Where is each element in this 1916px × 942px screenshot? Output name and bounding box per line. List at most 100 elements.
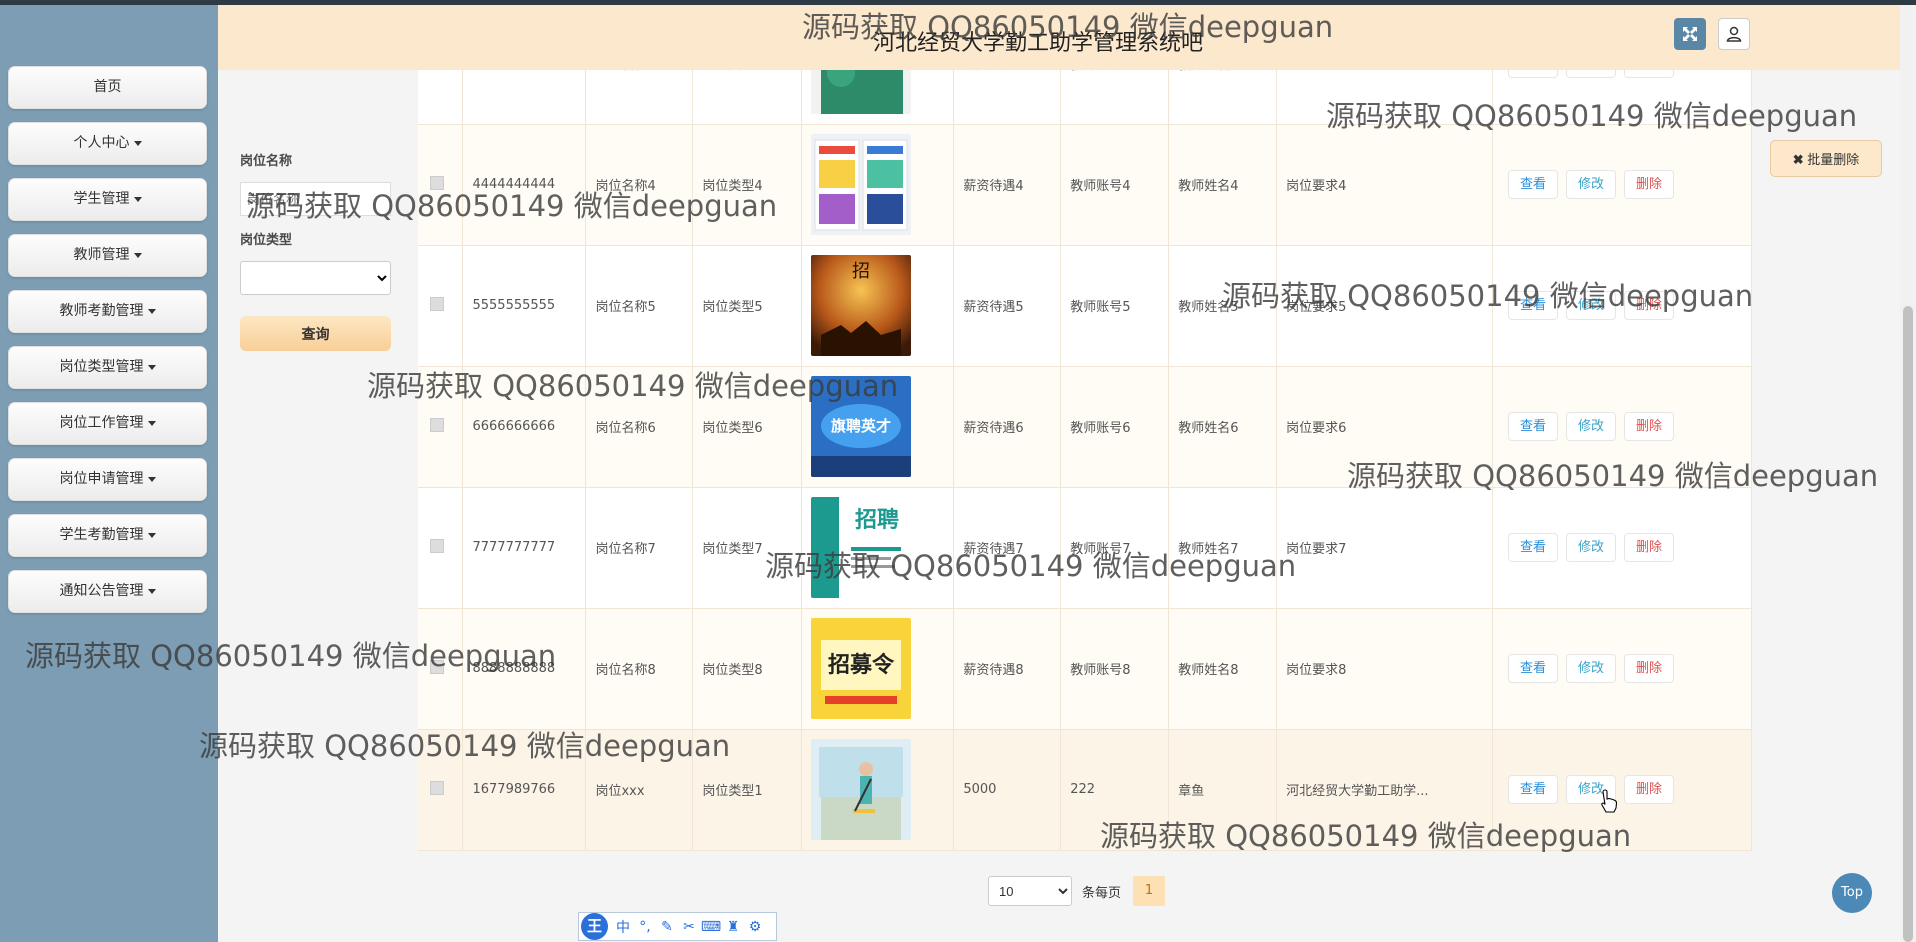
post-name-input[interactable] [240, 182, 391, 216]
ime-lang-button[interactable]: 中 [612, 917, 634, 937]
query-button[interactable]: 查询 [240, 316, 391, 351]
table-row: 7777777777 岗位名称7 岗位类型7 招聘 薪资待遇7 教师账号7 教师… [418, 487, 1752, 609]
shirt-icon[interactable]: ♜ [722, 919, 744, 935]
view-button[interactable]: 查看 [1508, 775, 1559, 804]
view-button[interactable]: 查看 [1508, 291, 1559, 320]
post-name-cell: 岗位名称6 [585, 366, 694, 488]
back-to-top-button[interactable]: Top [1832, 873, 1872, 913]
sidebar-item-teacher-attendance[interactable]: 教师考勤管理 [8, 290, 207, 333]
delete-button[interactable]: 删除 [1624, 533, 1675, 562]
page-button-current[interactable]: 1 [1133, 876, 1166, 906]
id-cell: 5555555555 [462, 245, 587, 367]
scrollbar[interactable] [1900, 0, 1916, 942]
edit-button[interactable]: 修改 [1566, 170, 1617, 199]
fullscreen-button[interactable] [1674, 18, 1706, 50]
salary-cell: 5000 [953, 729, 1062, 851]
row-checkbox[interactable] [430, 780, 444, 795]
id-cell: 6666666666 [462, 366, 587, 488]
punctuation-icon[interactable]: °, [634, 919, 656, 935]
row-checkbox[interactable] [430, 417, 444, 432]
post-image-cell: 招聘 [801, 487, 955, 609]
sidebar-item-post-work[interactable]: 岗位工作管理 [8, 402, 207, 445]
sidebar-item-label: 教师考勤管理 [59, 303, 144, 319]
row-checkbox[interactable] [430, 175, 444, 190]
edit-button[interactable]: 修改 [1566, 533, 1617, 562]
actions-cell: 查看修改删除 [1492, 608, 1752, 730]
requirement-cell: 岗位要求4 [1276, 124, 1494, 246]
table-row: 8888888888 岗位名称8 岗位类型8 招募令 薪资待遇8 教师账号8 教… [418, 608, 1752, 730]
sidebar-item-teacher-management[interactable]: 教师管理 [8, 234, 207, 277]
search-panel: 岗位名称 岗位类型 查询 [240, 150, 400, 351]
row-checkbox[interactable] [430, 538, 444, 553]
actions-cell: 查看修改删除 [1492, 124, 1752, 246]
requirement-cell: 岗位要求5 [1276, 245, 1494, 367]
caret-down-icon [133, 196, 142, 202]
select-cell [418, 487, 464, 609]
sidebar: 首页 个人中心 学生管理 教师管理 教师考勤管理 岗位类型管理 岗位工作管理 岗… [0, 0, 218, 942]
header: 河北经贸大学勤工助学管理系统吧 [218, 5, 1900, 70]
post-name-cell: 岗位名称7 [585, 487, 694, 609]
post-image[interactable]: 招聘 [811, 497, 953, 598]
post-type-cell: 岗位类型4 [692, 124, 803, 246]
gear-icon[interactable]: ⚙ [744, 919, 766, 935]
delete-button[interactable]: 删除 [1624, 654, 1675, 683]
sidebar-item-personal-center[interactable]: 个人中心 [8, 122, 207, 165]
post-type-label: 岗位类型 [240, 233, 293, 248]
teacher-account-cell: 教师账号6 [1060, 366, 1170, 488]
teacher-account-cell: 教师账号8 [1060, 608, 1170, 730]
ime-toolbar: 王 中 °, ✎ ✂ ⌨ ♜ ⚙ [578, 912, 777, 941]
teacher-account-cell: 教师账号7 [1060, 487, 1170, 609]
pagination: 10 条每页 1 [988, 876, 1166, 906]
page-size-select[interactable]: 10 [988, 876, 1072, 906]
batch-delete-button[interactable]: ✖ 批量删除 [1770, 140, 1882, 177]
row-checkbox[interactable] [430, 296, 444, 311]
teacher-name-cell: 教师姓名4 [1168, 124, 1278, 246]
view-button[interactable]: 查看 [1508, 170, 1559, 199]
delete-button[interactable]: 删除 [1624, 775, 1675, 804]
user-button[interactable] [1718, 18, 1750, 50]
table-row: 1677989766 岗位xxx 岗位类型1 5000 222 章鱼 河北经贸大… [418, 729, 1752, 851]
view-button[interactable]: 查看 [1508, 533, 1559, 562]
sidebar-item-post-type[interactable]: 岗位类型管理 [8, 346, 207, 389]
edit-button[interactable]: 修改 [1566, 412, 1617, 441]
delete-button[interactable]: 删除 [1624, 170, 1675, 199]
scrollbar-thumb[interactable] [1903, 306, 1913, 942]
post-image[interactable] [811, 134, 953, 235]
post-image[interactable]: 旗聘英才 [811, 376, 953, 477]
sidebar-item-notice[interactable]: 通知公告管理 [8, 570, 207, 613]
delete-button[interactable]: 删除 [1624, 291, 1675, 320]
post-type-select[interactable] [240, 261, 391, 295]
view-button[interactable]: 查看 [1508, 412, 1559, 441]
id-cell: 4444444444 [462, 124, 587, 246]
sidebar-item-student-attendance[interactable]: 学生考勤管理 [8, 514, 207, 557]
ime-logo-icon[interactable]: 王 [581, 913, 608, 940]
post-type-cell: 岗位类型1 [692, 729, 803, 851]
sidebar-item-label: 学生考勤管理 [59, 527, 144, 543]
post-image[interactable]: 招 [811, 255, 953, 356]
teacher-name-cell: 教师姓名6 [1168, 366, 1278, 488]
requirement-cell: 岗位要求6 [1276, 366, 1494, 488]
sidebar-item-post-application[interactable]: 岗位申请管理 [8, 458, 207, 501]
caret-down-icon [133, 252, 142, 258]
pen-icon[interactable]: ✎ [656, 919, 678, 935]
x-icon: ✖ [1792, 152, 1804, 167]
caret-down-icon [147, 420, 156, 426]
requirement-cell: 岗位要求8 [1276, 608, 1494, 730]
keyboard-icon[interactable]: ⌨ [700, 919, 722, 935]
sidebar-item-student-management[interactable]: 学生管理 [8, 178, 207, 221]
post-name-cell: 岗位名称5 [585, 245, 694, 367]
view-button[interactable]: 查看 [1508, 654, 1559, 683]
post-image-cell: 旗聘英才 [801, 366, 955, 488]
teacher-account-cell: 222 [1060, 729, 1170, 851]
post-image[interactable] [811, 739, 953, 840]
delete-button[interactable]: 删除 [1624, 412, 1675, 441]
post-name-cell: 岗位xxx [585, 729, 694, 851]
post-image[interactable]: 招募令 [811, 618, 953, 719]
select-cell [418, 366, 464, 488]
requirement-cell: 岗位要求7 [1276, 487, 1494, 609]
sidebar-item-home[interactable]: 首页 [8, 66, 207, 109]
edit-button[interactable]: 修改 [1566, 291, 1617, 320]
scissors-icon[interactable]: ✂ [678, 919, 700, 935]
edit-button[interactable]: 修改 [1566, 654, 1617, 683]
row-checkbox[interactable] [430, 659, 444, 674]
